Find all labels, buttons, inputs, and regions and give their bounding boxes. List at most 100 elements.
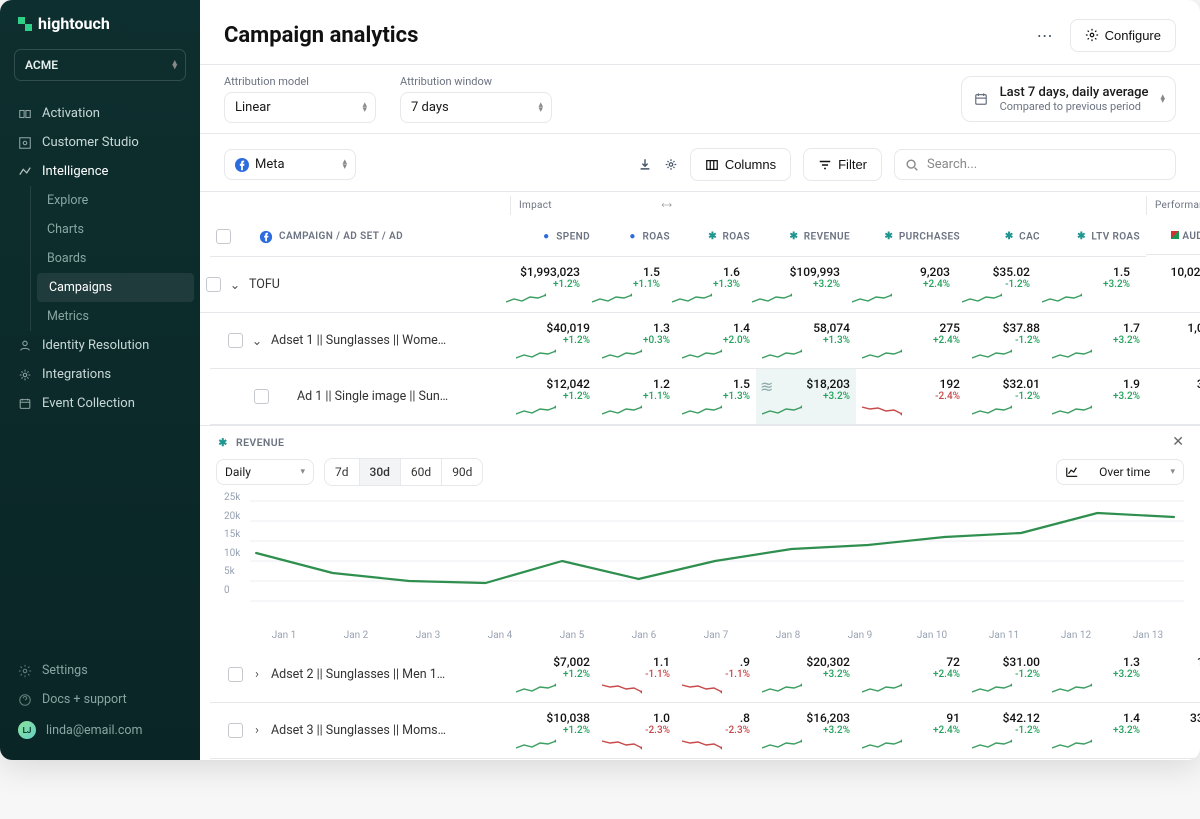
sidebar-settings[interactable]: Settings — [0, 656, 200, 685]
table-row[interactable]: Ad 1 || Single image || Sun… $12,042 +1.… — [200, 369, 1200, 425]
filter-attribution-window: Attribution window 7 days ▴▾ — [400, 75, 552, 123]
period-7d[interactable]: 7d — [325, 459, 360, 485]
sidebar-sub-boards[interactable]: Boards — [31, 244, 200, 273]
period-60d[interactable]: 60d — [401, 459, 442, 485]
period-90d[interactable]: 90d — [442, 459, 482, 485]
attribution-window-select[interactable]: 7 days ▴▾ — [400, 92, 552, 123]
user-email: linda@email.com — [46, 723, 142, 738]
metric-cell: $20,302 +3.2% — [756, 647, 856, 703]
checkbox[interactable] — [254, 389, 269, 404]
settings-icon[interactable] — [664, 158, 678, 172]
chevron-down-icon[interactable]: ⌄ — [251, 333, 263, 349]
col-spend[interactable]: SPEND — [556, 231, 590, 242]
period-30d[interactable]: 30d — [360, 459, 401, 485]
more-icon[interactable]: ⋯ — [1028, 18, 1062, 52]
period-toggle[interactable]: 7d 30d 60d 90d — [324, 458, 483, 486]
metric-cell: 330,0 F — [1146, 703, 1200, 759]
table-row[interactable]: › Adset 2 || Sunglasses || Men 1… $7,002… — [200, 647, 1200, 703]
source-value: Meta — [255, 157, 285, 172]
sidebar-docs[interactable]: Docs + support — [0, 685, 200, 714]
chevron-right-icon[interactable]: › — [251, 723, 263, 738]
chevron-updown-icon: ▴▾ — [538, 103, 541, 112]
chevron-down-icon: ▾ — [1170, 467, 1175, 477]
metric-cell: 120, F — [1146, 647, 1200, 703]
top-actions: ⋯ Configure — [1028, 18, 1176, 52]
metric-cell: $31.00 -1.2% — [966, 647, 1046, 703]
search-input[interactable]: Search... — [894, 149, 1176, 180]
search-placeholder: Search... — [927, 157, 977, 172]
metric-cell: $16,203 +3.2% — [756, 703, 856, 759]
row-label: Adset 3 || Sunglasses || Moms… — [271, 723, 446, 738]
studio-icon — [18, 136, 32, 150]
metric-cell: 1.5 +3.2% — [1036, 257, 1136, 313]
sidebar-item-integrations[interactable]: Integrations — [0, 360, 200, 389]
org-switcher[interactable]: ACME ▴▾ — [14, 49, 186, 81]
sidebar-sub-campaigns[interactable]: Campaigns — [37, 273, 194, 302]
chevron-down-icon[interactable]: ⌄ — [229, 277, 241, 293]
btn-label: Columns — [725, 157, 776, 172]
date-main: Last 7 days, daily average — [1000, 85, 1149, 100]
ht-metric-icon: ✱ — [1002, 230, 1016, 244]
overtime-select[interactable]: Over time ▾ — [1056, 459, 1184, 485]
checkbox[interactable] — [228, 333, 243, 348]
checkbox-all[interactable] — [216, 229, 231, 244]
metric-cell: 1.7 +3.2% — [1046, 313, 1146, 369]
metric-cell: 1.6 +1.3% — [666, 257, 746, 313]
sidebar-item-event-collection[interactable]: Event Collection — [0, 389, 200, 418]
download-icon[interactable] — [638, 158, 652, 172]
table-row[interactable]: ⌄ Adset 1 || Sunglasses || Wome… $40,019… — [200, 313, 1200, 369]
bottom-label: Docs + support — [42, 692, 127, 707]
close-icon[interactable]: ✕ — [1172, 434, 1184, 450]
nav-label: Identity Resolution — [42, 338, 149, 353]
sidebar-user[interactable]: LJ linda@email.com — [0, 714, 200, 746]
col-roas1[interactable]: ROAS — [642, 231, 670, 242]
logo-icon — [18, 17, 32, 31]
configure-button[interactable]: Configure — [1070, 19, 1176, 52]
granularity-value: Daily — [225, 465, 251, 479]
col-audience[interactable]: AUDIEN — [1182, 231, 1200, 242]
checkbox[interactable] — [206, 277, 221, 292]
sidebar-sub-charts[interactable]: Charts — [31, 215, 200, 244]
sidebar-sub-metrics[interactable]: Metrics — [31, 302, 200, 331]
checkbox[interactable] — [228, 667, 243, 682]
sidebar-item-activation[interactable]: Activation — [0, 99, 200, 128]
granularity-select[interactable]: Daily ▾ — [216, 459, 314, 485]
collapse-icon[interactable]: ⤢ — [659, 199, 673, 213]
chevron-right-icon[interactable]: › — [251, 667, 263, 682]
col-cac[interactable]: CAC — [1019, 231, 1040, 242]
metric-cell: 58,074 +1.3% — [756, 313, 856, 369]
columns-button[interactable]: Columns — [690, 148, 791, 181]
metric-cell: 91 +2.4% — [856, 703, 966, 759]
page-title: Campaign analytics — [224, 23, 418, 48]
metric-cell: 192 -2.4% — [856, 369, 966, 425]
metric-cell: 1.5 +1.3% — [676, 369, 756, 425]
sidebar-sub-explore[interactable]: Explore — [31, 186, 200, 215]
chevron-down-icon: ▾ — [300, 467, 305, 477]
source-select[interactable]: Meta ▴▾ — [224, 149, 356, 180]
metric-cell: 1.4 +2.0% — [676, 313, 756, 369]
audience-icon — [1171, 231, 1179, 239]
checkbox[interactable] — [228, 723, 243, 738]
filter-button[interactable]: Filter — [803, 148, 882, 181]
attribution-model-select[interactable]: Linear ▴▾ — [224, 92, 376, 123]
nav-label: Intelligence — [42, 164, 108, 179]
section-performance-label: Performance — [1146, 196, 1200, 215]
sidebar-item-customer-studio[interactable]: Customer Studio — [0, 128, 200, 157]
metric-cell: 72 +2.4% — [856, 647, 966, 703]
metric-cell: 1.1 -1.1% — [596, 647, 676, 703]
table-row[interactable]: › Adset 3 || Sunglasses || Moms… $10,038… — [200, 703, 1200, 759]
table-row[interactable]: ⌄ TOFU $1,993,023 +1.2% 1.5 +1.1% 1.6 +1… — [200, 257, 1200, 313]
facebook-icon — [235, 158, 249, 172]
activation-icon — [18, 107, 32, 121]
col-roas2[interactable]: ROAS — [722, 231, 750, 242]
col-purchases[interactable]: PURCHASES — [899, 231, 960, 242]
metric-cell: 1.4 +3.2% — [1046, 703, 1146, 759]
date-range-picker[interactable]: Last 7 days, daily average Compared to p… — [961, 76, 1176, 122]
sidebar-item-identity[interactable]: Identity Resolution — [0, 331, 200, 360]
sidebar-item-intelligence[interactable]: Intelligence — [0, 157, 200, 186]
events-icon — [18, 397, 32, 411]
col-revenue[interactable]: REVENUE — [804, 231, 850, 242]
col-ltvroas[interactable]: LTV ROAS — [1091, 231, 1140, 242]
avatar: LJ — [18, 721, 36, 739]
nav-label: Activation — [42, 106, 100, 121]
